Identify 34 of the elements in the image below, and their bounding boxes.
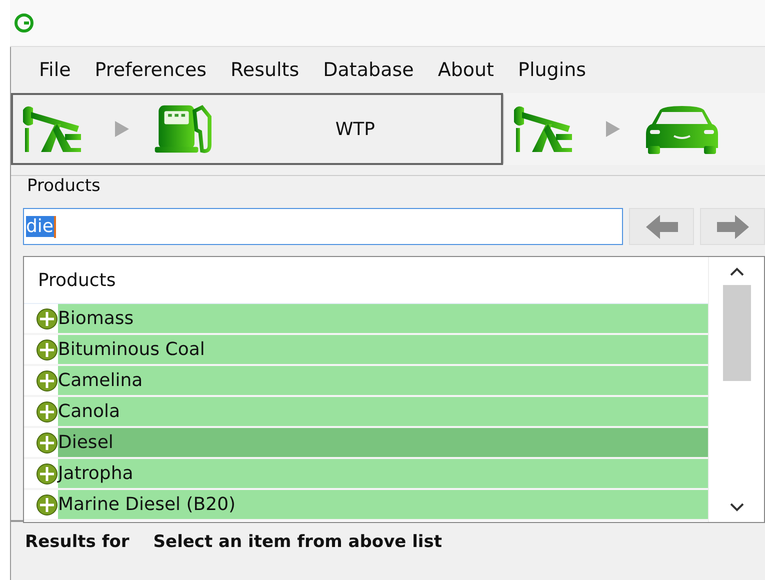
play-arrow-icon [115, 121, 129, 137]
toolbar-tab[interactable]: WTP [11, 93, 503, 165]
menu-item[interactable]: File [27, 59, 83, 81]
list-item[interactable]: Canola [58, 397, 708, 426]
left-arrow-icon [644, 212, 680, 240]
menu-item[interactable]: Results [218, 59, 312, 81]
list-item[interactable]: Biomass [58, 304, 708, 333]
plus-icon [36, 338, 58, 360]
search-field[interactable]: die [23, 208, 624, 245]
list-item[interactable]: Camelina [58, 366, 708, 395]
plus-icon [36, 432, 58, 454]
menu-item[interactable]: About [426, 59, 506, 81]
plus-icon [36, 462, 58, 484]
scrollbar-thumb[interactable] [722, 285, 750, 381]
list-item[interactable]: Jatropha [58, 459, 708, 488]
list-item[interactable]: Marine Diesel (B20) [58, 490, 708, 519]
menu-item[interactable]: Database [311, 59, 426, 81]
status-message: Select an item from above list [153, 532, 442, 554]
toolbar-tab[interactable] [503, 93, 765, 165]
menu-item[interactable]: Preferences [82, 59, 219, 81]
list-item[interactable]: Diesel [58, 428, 708, 457]
plus-icon [36, 370, 58, 392]
scroll-down-icon[interactable] [730, 502, 744, 512]
plus-icon [36, 308, 58, 330]
plus-icon [36, 400, 58, 422]
car-icon [644, 104, 720, 154]
right-arrow-icon [714, 212, 751, 240]
scroll-up-icon[interactable] [730, 267, 744, 277]
plus-icon [36, 494, 58, 516]
list-item[interactable]: Bituminous Coal [58, 335, 708, 364]
status-label: Results for [25, 532, 130, 554]
app-logo-icon [14, 13, 34, 33]
menu-item[interactable]: Plugins [506, 59, 598, 81]
play-arrow-icon [606, 121, 620, 137]
